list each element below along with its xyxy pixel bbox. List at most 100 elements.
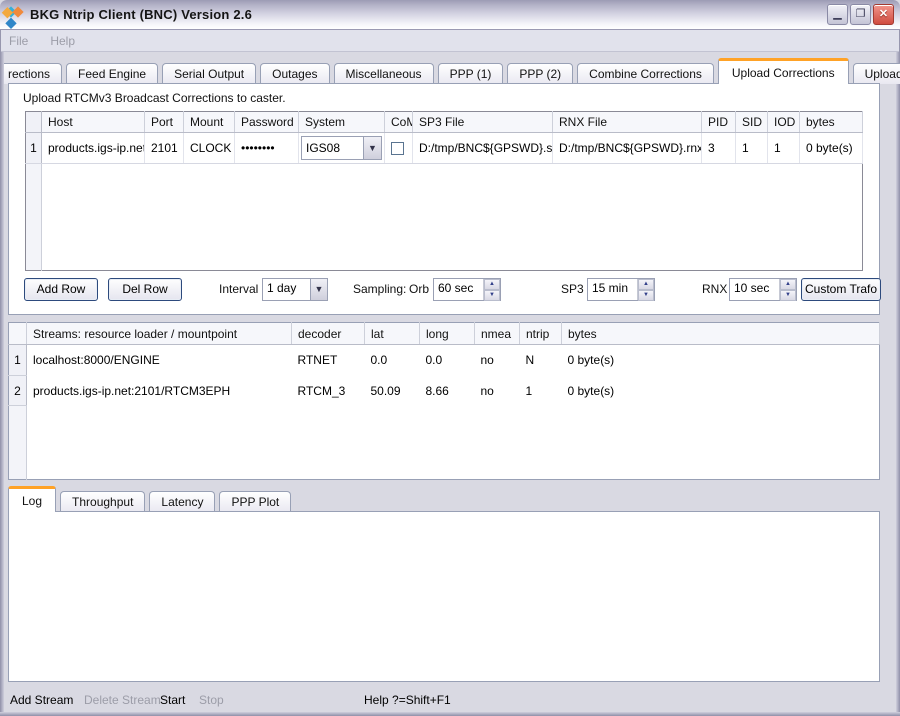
password-cell[interactable]: •••••••• — [235, 133, 299, 164]
tab-log[interactable]: Log — [8, 486, 56, 512]
long-cell: 0.0 — [420, 345, 475, 376]
port-cell[interactable]: 2101 — [145, 133, 184, 164]
tab-ppp-1[interactable]: PPP (1) — [438, 63, 504, 84]
row-number: 1 — [9, 345, 27, 376]
tab-upload-ephemeris[interactable]: Upload Ephemeris — [853, 63, 900, 84]
log-output-area[interactable] — [8, 511, 880, 682]
sp3-label: SP3 — [561, 282, 584, 296]
stream-row[interactable]: 2 products.igs-ip.net:2101/RTCM3EPH RTCM… — [9, 375, 880, 406]
maximize-icon[interactable]: ❐ — [850, 4, 871, 25]
add-row-button[interactable]: Add Row — [24, 278, 98, 301]
add-stream-button[interactable]: Add Stream — [10, 693, 73, 707]
orb-spinner[interactable]: 60 sec ▲ ▼ — [433, 278, 501, 301]
col-sid: SID — [736, 112, 768, 133]
col-system: System — [299, 112, 385, 133]
col-sp3-file: SP3 File — [413, 112, 553, 133]
col-mountpoint: Streams: resource loader / mountpoint — [27, 323, 292, 345]
menu-help[interactable]: Help — [50, 34, 75, 48]
upload-controls: Add Row Del Row Interval 1 day ▼ Samplin… — [9, 278, 879, 304]
window-frame-left — [0, 30, 4, 716]
long-cell: 8.66 — [420, 375, 475, 406]
stop-button: Stop — [199, 693, 224, 707]
row-number: 2 — [9, 375, 27, 406]
tab-latency[interactable]: Latency — [149, 491, 215, 512]
rnx-file-cell[interactable]: D:/tmp/BNC${GPSWD}.rnx — [553, 133, 702, 164]
chevron-down-icon[interactable]: ▼ — [310, 279, 327, 300]
mountpoint-cell: localhost:8000/ENGINE — [27, 345, 292, 376]
sp3-spinner[interactable]: 15 min ▲ ▼ — [587, 278, 655, 301]
tab-feed-engine[interactable]: Feed Engine — [66, 63, 158, 84]
col-host: Host — [42, 112, 145, 133]
streams-table[interactable]: Streams: resource loader / mountpoint de… — [8, 322, 880, 480]
system-select[interactable]: IGS08 ▼ — [301, 136, 382, 160]
mount-cell[interactable]: CLOCK — [184, 133, 235, 164]
col-rownum — [26, 112, 42, 133]
title-bar[interactable]: BKG Ntrip Client (BNC) Version 2.6 ▁ ❐ ✕ — [0, 0, 900, 30]
sp3-file-cell[interactable]: D:/tmp/BNC${GPSWD}.sp3 — [413, 133, 553, 164]
spin-up-icon[interactable]: ▲ — [484, 279, 500, 290]
chevron-down-icon[interactable]: ▼ — [363, 137, 381, 159]
row-number: 1 — [26, 133, 42, 164]
spin-up-icon[interactable]: ▲ — [638, 279, 654, 290]
host-cell[interactable]: products.igs-ip.net — [42, 133, 145, 164]
col-iod: IOD — [768, 112, 800, 133]
spin-down-icon[interactable]: ▼ — [484, 290, 500, 301]
stream-row[interactable]: 1 localhost:8000/ENGINE RTNET 0.0 0.0 no… — [9, 345, 880, 376]
col-rownum — [9, 323, 27, 345]
custom-trafo-button[interactable]: Custom Trafo — [801, 278, 881, 301]
tab-throughput[interactable]: Throughput — [60, 491, 145, 512]
delete-stream-button: Delete Stream — [84, 693, 161, 707]
tab-serial-output[interactable]: Serial Output — [162, 63, 256, 84]
status-bar: Add Stream Delete Stream Start Stop Help… — [0, 688, 900, 712]
col-long: long — [420, 323, 475, 345]
window-title: BKG Ntrip Client (BNC) Version 2.6 — [30, 7, 827, 22]
rnx-spinner[interactable]: 10 sec ▲ ▼ — [729, 278, 797, 301]
com-checkbox[interactable] — [391, 142, 404, 155]
bytes-cell: 0 byte(s) — [800, 133, 863, 164]
pid-cell[interactable]: 3 — [702, 133, 736, 164]
spin-up-icon[interactable]: ▲ — [780, 279, 796, 290]
start-button[interactable]: Start — [160, 693, 185, 707]
interval-select[interactable]: 1 day ▼ — [262, 278, 328, 301]
tab-ppp-plot[interactable]: PPP Plot — [219, 491, 291, 512]
streams-empty-area — [9, 406, 880, 480]
tab-upload-corrections[interactable]: Upload Corrections — [718, 58, 849, 84]
rnx-value: 10 sec — [730, 279, 779, 300]
nmea-cell: no — [475, 345, 520, 376]
window-frame-bottom — [0, 712, 900, 716]
tab-miscellaneous[interactable]: Miscellaneous — [334, 63, 434, 84]
upload-table-row: 1 products.igs-ip.net 2101 CLOCK •••••••… — [26, 133, 863, 164]
streams-header: Streams: resource loader / mountpoint de… — [9, 323, 880, 345]
tab-ppp-2[interactable]: PPP (2) — [507, 63, 573, 84]
spin-down-icon[interactable]: ▼ — [780, 290, 796, 301]
tab-corrections[interactable]: rections — [4, 63, 62, 84]
col-bytes: bytes — [800, 112, 863, 133]
tab-combine-corrections[interactable]: Combine Corrections — [577, 63, 714, 84]
spin-down-icon[interactable]: ▼ — [638, 290, 654, 301]
lat-cell: 50.09 — [365, 375, 420, 406]
bytes-cell: 0 byte(s) — [562, 345, 880, 376]
menu-file[interactable]: File — [9, 34, 28, 48]
tab-outages[interactable]: Outages — [260, 63, 329, 84]
main-tab-bar: rections Feed Engine Serial Output Outag… — [4, 57, 896, 84]
menu-bar: File Help — [1, 30, 899, 52]
del-row-button[interactable]: Del Row — [108, 278, 182, 301]
panel-caption: Upload RTCMv3 Broadcast Corrections to c… — [23, 91, 286, 105]
decoder-cell: RTNET — [292, 345, 365, 376]
sid-cell[interactable]: 1 — [736, 133, 768, 164]
iod-cell[interactable]: 1 — [768, 133, 800, 164]
orb-label: Orb — [409, 282, 429, 296]
lat-cell: 0.0 — [365, 345, 420, 376]
bytes-cell: 0 byte(s) — [562, 375, 880, 406]
col-bytes: bytes — [562, 323, 880, 345]
close-icon[interactable]: ✕ — [873, 4, 894, 25]
ntrip-cell: N — [520, 345, 562, 376]
col-nmea: nmea — [475, 323, 520, 345]
col-port: Port — [145, 112, 184, 133]
upload-table[interactable]: Host Port Mount Password System CoM SP3 … — [25, 111, 863, 271]
mountpoint-cell: products.igs-ip.net:2101/RTCM3EPH — [27, 375, 292, 406]
col-mount: Mount — [184, 112, 235, 133]
minimize-icon[interactable]: ▁ — [827, 4, 848, 25]
orb-value: 60 sec — [434, 279, 483, 300]
upload-corrections-panel: Upload RTCMv3 Broadcast Corrections to c… — [8, 83, 880, 315]
